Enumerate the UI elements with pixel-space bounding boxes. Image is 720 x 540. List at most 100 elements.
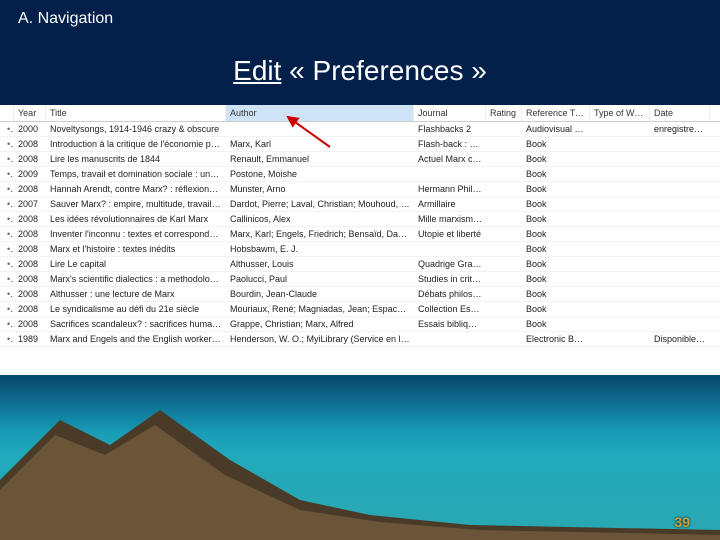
row-bullet xyxy=(0,138,14,150)
cell-author: Mouriaux, René; Magniadas, Jean; Espaces… xyxy=(226,303,414,315)
cell-date xyxy=(650,203,710,205)
table-row[interactable]: 2007Sauver Marx? : empire, multitude, tr… xyxy=(0,197,720,212)
cell-journal xyxy=(414,173,486,175)
cell-reftype: Book xyxy=(522,273,590,285)
cell-title: Inventer l'inconnu : textes et correspon… xyxy=(46,228,226,240)
cell-date xyxy=(650,293,710,295)
cell-year: 2008 xyxy=(14,228,46,240)
bullet-header xyxy=(0,105,14,121)
table-row[interactable]: 2008Le syndicalisme au défi du 21e siècl… xyxy=(0,302,720,317)
cell-title: Sauver Marx? : empire, multitude, travai… xyxy=(46,198,226,210)
cell-reftype: Book xyxy=(522,303,590,315)
cell-title: Hannah Arendt, contre Marx? : réflexions… xyxy=(46,183,226,195)
cell-year: 2008 xyxy=(14,213,46,225)
cell-typeofwork xyxy=(590,188,650,190)
cell-reftype: Book xyxy=(522,138,590,150)
cell-date: Disponible en f... xyxy=(650,333,710,345)
cell-author: Dardot, Pierre; Laval, Christian; Mouhou… xyxy=(226,198,414,210)
col-typeofwork[interactable]: Type of Work xyxy=(590,105,650,121)
cell-reftype: Electronic Book xyxy=(522,333,590,345)
cell-reftype: Book xyxy=(522,153,590,165)
reference-table: Year Title Author Journal Rating Referen… xyxy=(0,105,720,375)
cell-date xyxy=(650,263,710,265)
row-bullet xyxy=(0,243,14,255)
cell-title: Les idées révolutionnaires de Karl Marx xyxy=(46,213,226,225)
row-bullet xyxy=(0,258,14,270)
mountain-decoration xyxy=(0,390,720,540)
cell-author: Hobsbawm, E. J. xyxy=(226,243,414,255)
table-row[interactable]: 2008Introduction à la critique de l'écon… xyxy=(0,137,720,152)
cell-typeofwork xyxy=(590,278,650,280)
cell-date xyxy=(650,233,710,235)
cell-author: Marx, Karl; Engels, Friedrich; Bensaïd, … xyxy=(226,228,414,240)
row-bullet xyxy=(0,303,14,315)
cell-title: Althusser : une lecture de Marx xyxy=(46,288,226,300)
cell-rating xyxy=(486,293,522,295)
table-row[interactable]: 2008Hannah Arendt, contre Marx? : réflex… xyxy=(0,182,720,197)
cell-rating xyxy=(486,308,522,310)
cell-typeofwork xyxy=(590,248,650,250)
preferences-label: « Preferences » xyxy=(281,55,486,86)
cell-typeofwork xyxy=(590,128,650,130)
cell-journal: Flash-back : essai xyxy=(414,138,486,150)
cell-rating xyxy=(486,218,522,220)
table-row[interactable]: 2008Marx et l'histoire : textes inéditsH… xyxy=(0,242,720,257)
cell-title: Marx et l'histoire : textes inédits xyxy=(46,243,226,255)
cell-typeofwork xyxy=(590,173,650,175)
table-row[interactable]: 2008Lire les manuscrits de 1844Renault, … xyxy=(0,152,720,167)
col-reftype[interactable]: Reference Type xyxy=(522,105,590,121)
table-row[interactable]: 2000Noveltysongs, 1914-1946 crazy & obsc… xyxy=(0,122,720,137)
cell-rating xyxy=(486,173,522,175)
cell-year: 2008 xyxy=(14,138,46,150)
cell-journal: Essais bibliques xyxy=(414,318,486,330)
col-journal[interactable]: Journal xyxy=(414,105,486,121)
cell-journal: Actuel Marx co... xyxy=(414,153,486,165)
cell-year: 2009 xyxy=(14,168,46,180)
cell-author: Paolucci, Paul xyxy=(226,273,414,285)
col-date[interactable]: Date xyxy=(650,105,710,121)
cell-year: 2000 xyxy=(14,123,46,135)
cell-journal: Armillaire xyxy=(414,198,486,210)
cell-year: 2008 xyxy=(14,273,46,285)
cell-author xyxy=(226,128,414,130)
instruction-line: Edit « Preferences » xyxy=(0,55,720,87)
cell-journal xyxy=(414,248,486,250)
row-bullet xyxy=(0,273,14,285)
table-row[interactable]: 2009Temps, travail et domination sociale… xyxy=(0,167,720,182)
cell-journal: Studies in critic... xyxy=(414,273,486,285)
row-bullet xyxy=(0,333,14,345)
cell-journal: Utopie et liberté xyxy=(414,228,486,240)
table-row[interactable]: 2008Marx's scientific dialectics : a met… xyxy=(0,272,720,287)
row-bullet xyxy=(0,123,14,135)
section-label: A. Navigation xyxy=(18,10,113,28)
row-bullet xyxy=(0,213,14,225)
table-row[interactable]: 2008Sacrifices scandaleux? : sacrifices … xyxy=(0,317,720,332)
table-row[interactable]: 2008Les idées révolutionnaires de Karl M… xyxy=(0,212,720,227)
col-author[interactable]: Author xyxy=(226,105,414,121)
cell-author: Marx, Karl xyxy=(226,138,414,150)
cell-year: 2007 xyxy=(14,198,46,210)
col-year[interactable]: Year xyxy=(14,105,46,121)
cell-typeofwork xyxy=(590,203,650,205)
table-row[interactable]: 2008Althusser : une lecture de MarxBourd… xyxy=(0,287,720,302)
table-row[interactable]: 2008Lire Le capitalAlthusser, LouisQuadr… xyxy=(0,257,720,272)
cell-rating xyxy=(486,158,522,160)
cell-journal: Mille marxismes xyxy=(414,213,486,225)
cell-typeofwork xyxy=(590,263,650,265)
row-bullet xyxy=(0,183,14,195)
col-rating[interactable]: Rating xyxy=(486,105,522,121)
cell-author: Munster, Arno xyxy=(226,183,414,195)
cell-rating xyxy=(486,233,522,235)
cell-title: Marx and Engels and the English workers … xyxy=(46,333,226,345)
row-bullet xyxy=(0,288,14,300)
row-bullet xyxy=(0,228,14,240)
cell-typeofwork xyxy=(590,338,650,340)
cell-author: Althusser, Louis xyxy=(226,258,414,270)
table-row[interactable]: 1989Marx and Engels and the English work… xyxy=(0,332,720,347)
col-title[interactable]: Title xyxy=(46,105,226,121)
table-row[interactable]: 2008Inventer l'inconnu : textes et corre… xyxy=(0,227,720,242)
cell-title: Lire Le capital xyxy=(46,258,226,270)
cell-typeofwork xyxy=(590,233,650,235)
cell-year: 2008 xyxy=(14,243,46,255)
cell-author: Bourdin, Jean-Claude xyxy=(226,288,414,300)
